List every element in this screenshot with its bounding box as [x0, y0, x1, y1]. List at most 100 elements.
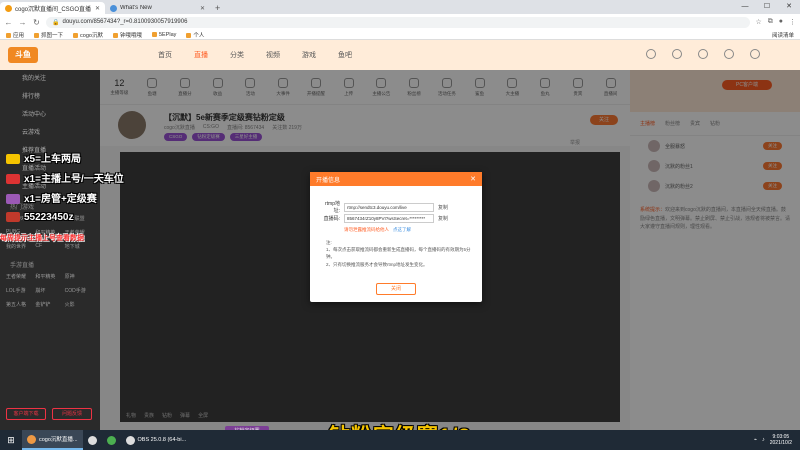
forward-icon[interactable]: → — [18, 18, 27, 27]
profile-icon[interactable]: ● — [779, 18, 783, 26]
bookmark-item[interactable]: 抓图一下 — [34, 31, 63, 39]
game-link[interactable]: 地下城 — [65, 243, 94, 250]
nav-home[interactable]: 首页 — [158, 50, 172, 60]
reload-icon[interactable]: ↻ — [32, 18, 41, 27]
extensions-icon[interactable]: ⧉ — [768, 18, 773, 26]
bookmark-item[interactable]: 个人 — [186, 31, 204, 39]
taskbar-app-obs[interactable]: OBS 25.0.8 (64-bi... — [121, 430, 192, 450]
client-download-button[interactable]: 客户端下载 — [6, 408, 46, 420]
dialog-title: 开播信息 — [316, 177, 341, 184]
user-avatar-icon[interactable] — [750, 49, 760, 59]
bookmark-icon — [151, 31, 157, 37]
chrome-icon — [27, 434, 36, 444]
chrome-favicon-icon — [110, 4, 117, 12]
minimize-icon[interactable]: — — [734, 0, 756, 14]
mobile-games-grid: 王者荣耀 和平精英 原神 LOL手游 崩坏 COD手游 第五人格 金铲铲 火影 — [0, 269, 100, 312]
system-tray: ⌁ ♪ 9:03:05 2021/10/2 — [754, 434, 800, 447]
bookmark-icon — [73, 32, 79, 38]
menu-icon[interactable]: ⋮ — [789, 18, 796, 26]
download-icon[interactable] — [724, 49, 734, 59]
apps-icon — [6, 32, 11, 38]
browser-tab-douyu[interactable]: cogo沉默直播间_CSGO直播 ✕ — [0, 2, 105, 14]
overlay-line: x1=房管+定级赛 — [6, 190, 97, 205]
overlay-warning: 每周提示主播上号查看数据 — [0, 235, 84, 242]
game-link[interactable]: 崩坏 — [35, 287, 64, 294]
network-icon[interactable]: ⌁ — [754, 437, 757, 443]
close-icon[interactable]: ✕ — [470, 175, 476, 183]
url-text: douyu.com/8567434?_r=0.8100930057919906 — [62, 19, 188, 25]
volume-icon[interactable]: ♪ — [762, 437, 765, 443]
rtmp-field[interactable]: rtmp://sendtc3.douyu.com/live — [344, 202, 434, 212]
close-icon[interactable]: ✕ — [95, 5, 100, 12]
game-link[interactable]: COD手游 — [65, 287, 94, 294]
reading-list[interactable]: 阅读清单 — [772, 31, 794, 39]
copy-rtmp-button[interactable]: 复制 — [438, 204, 448, 211]
taskbar-app-chrome[interactable]: cogo沉默直播... — [22, 430, 83, 450]
game-link[interactable]: 我的世界 — [6, 243, 35, 250]
windows-start-icon[interactable]: ⊞ — [0, 435, 22, 446]
douyu-logo[interactable]: 斗鱼 — [8, 47, 38, 63]
obs-icon — [125, 435, 135, 445]
bookmark-icon — [112, 32, 118, 38]
clock[interactable]: 9:03:05 2021/10/2 — [770, 434, 792, 447]
bookmark-item[interactable]: 应用 — [6, 31, 24, 39]
bookmark-icon — [186, 32, 192, 38]
taskbar-app[interactable] — [102, 430, 121, 450]
rocket-icon — [6, 174, 20, 185]
stream-info-dialog: 开播信息 ✕ rtmp地址: rtmp://sendtc3.douyu.com/… — [310, 172, 482, 302]
browser-tab-bar: cogo沉默直播间_CSGO直播 ✕ What's New ✕ + — ☐ ✕ — [0, 0, 800, 14]
game-link[interactable]: 和平精英 — [35, 273, 64, 280]
maximize-icon[interactable]: ☐ — [756, 0, 778, 14]
follow-icon[interactable] — [698, 49, 708, 59]
close-window-icon[interactable]: ✕ — [778, 0, 800, 14]
warning-text: 请勿泄露推流码给他人 点这了解 — [344, 227, 411, 232]
bookmarks-bar: 应用 抓图一下 cogo沉默 钟哦哦哦 5EPlay 个人 阅读清单 — [0, 30, 800, 40]
taskbar-app[interactable] — [83, 430, 102, 450]
star-icon[interactable]: ☆ — [755, 18, 761, 26]
nav-yuba[interactable]: 鱼吧 — [338, 50, 352, 60]
game-link[interactable]: 金铲铲 — [35, 301, 64, 308]
sidebar-item-follow[interactable]: 我的关注 — [0, 70, 100, 88]
nav-games[interactable]: 游戏 — [302, 50, 316, 60]
code-row: 直播码: 8567434rZ10y8PVI?wsSecret=*********… — [323, 214, 449, 223]
sidebar-item-rank[interactable]: 排行榜 — [0, 88, 100, 106]
top-nav: 首页 直播 分类 视频 游戏 鱼吧 — [158, 50, 352, 60]
new-tab-button[interactable]: + — [210, 2, 225, 14]
sidebar-item-events[interactable]: 活动中心 — [0, 106, 100, 124]
overlay-line: 55223450z — [6, 212, 74, 223]
section-mobile: 手游直播 — [10, 263, 35, 269]
game-link[interactable]: 第五人格 — [6, 301, 35, 308]
windows-taskbar: ⊞ cogo沉默直播... OBS 25.0.8 (64-bi... ⌁ ♪ 9… — [0, 430, 800, 450]
dialog-header: 开播信息 ✕ — [310, 172, 482, 186]
character-icon — [6, 212, 20, 223]
copy-code-button[interactable]: 复制 — [438, 215, 448, 222]
app-icon — [87, 435, 97, 445]
learn-more-link[interactable]: 点这了解 — [393, 227, 411, 232]
close-icon[interactable]: ✕ — [200, 5, 205, 12]
game-link[interactable]: CF — [35, 243, 64, 250]
sidebar-item-cloud[interactable]: 云游戏 — [0, 124, 100, 142]
douyu-favicon-icon — [5, 4, 12, 12]
stream-code-field[interactable]: 8567434rZ10y8PVI?wsSecret=********* — [344, 214, 434, 223]
game-link[interactable]: 火影 — [65, 301, 94, 308]
back-icon[interactable]: ← — [4, 18, 13, 27]
bookmark-item[interactable]: cogo沉默 — [73, 31, 103, 39]
bookmark-item[interactable]: 钟哦哦哦 — [112, 31, 142, 39]
search-icon[interactable] — [646, 49, 656, 59]
browser-tab-whats-new[interactable]: What's New ✕ — [105, 2, 210, 14]
game-link[interactable]: 原神 — [65, 273, 94, 280]
tab-title: cogo沉默直播间_CSGO直播 — [15, 6, 92, 13]
bookmark-item[interactable]: 5EPlay — [151, 31, 176, 38]
nav-category[interactable]: 分类 — [230, 50, 244, 60]
close-dialog-button[interactable]: 关闭 — [376, 283, 416, 295]
app-icon — [106, 435, 116, 445]
game-link[interactable]: LOL手游 — [6, 287, 35, 294]
game-link[interactable]: 王者荣耀 — [6, 273, 35, 280]
nav-live[interactable]: 直播 — [194, 50, 208, 60]
plane-icon — [6, 194, 20, 205]
bookmark-icon — [34, 32, 40, 38]
feedback-button[interactable]: 问题反馈 — [52, 408, 92, 420]
nav-video[interactable]: 视频 — [266, 50, 280, 60]
history-icon[interactable] — [672, 49, 682, 59]
url-input[interactable]: 🔒 douyu.com/8567434?_r=0.810093005791990… — [46, 16, 751, 28]
